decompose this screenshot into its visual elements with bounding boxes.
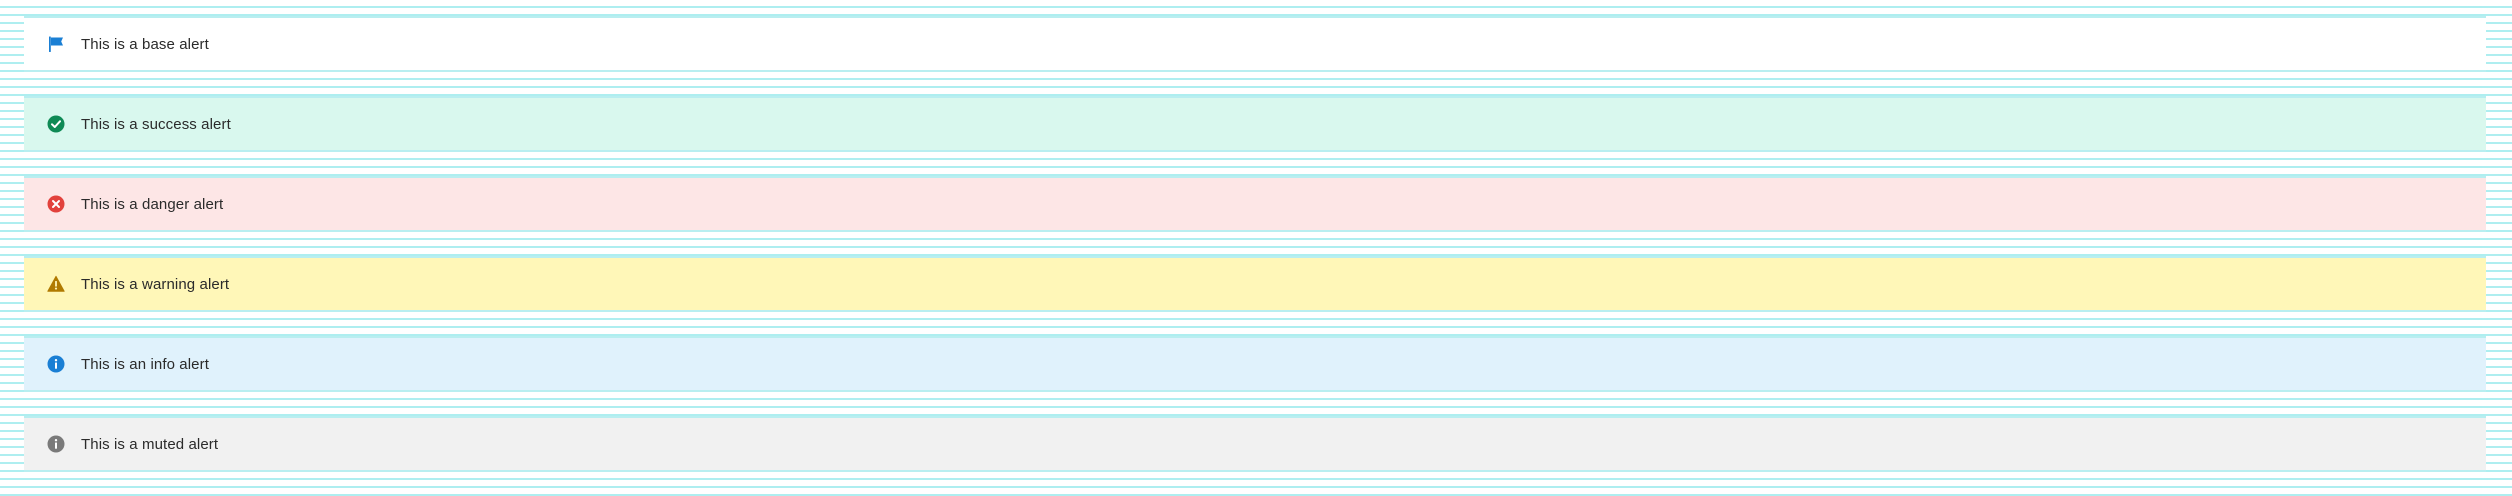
flag-icon — [47, 35, 65, 53]
danger-alert: This is a danger alert — [24, 176, 2486, 232]
warning-alert: This is a warning alert — [24, 256, 2486, 312]
x-circle-icon — [47, 195, 65, 213]
base-alert: This is a base alert — [24, 16, 2486, 72]
success-alert: This is a success alert — [24, 96, 2486, 152]
info-circle-icon — [47, 435, 65, 453]
warning-triangle-icon — [47, 275, 65, 293]
check-circle-icon — [47, 115, 65, 133]
muted-alert: This is a muted alert — [24, 416, 2486, 472]
alert-message: This is an info alert — [81, 355, 209, 373]
info-alert: This is an info alert — [24, 336, 2486, 392]
alert-message: This is a muted alert — [81, 435, 219, 453]
alert-message: This is a warning alert — [81, 275, 230, 293]
alert-list: This is a base alert This is a success a… — [24, 16, 2486, 472]
alert-message: This is a danger alert — [81, 195, 224, 213]
info-circle-icon — [47, 355, 65, 373]
alert-message: This is a base alert — [81, 35, 209, 53]
alert-message: This is a success alert — [81, 115, 231, 133]
